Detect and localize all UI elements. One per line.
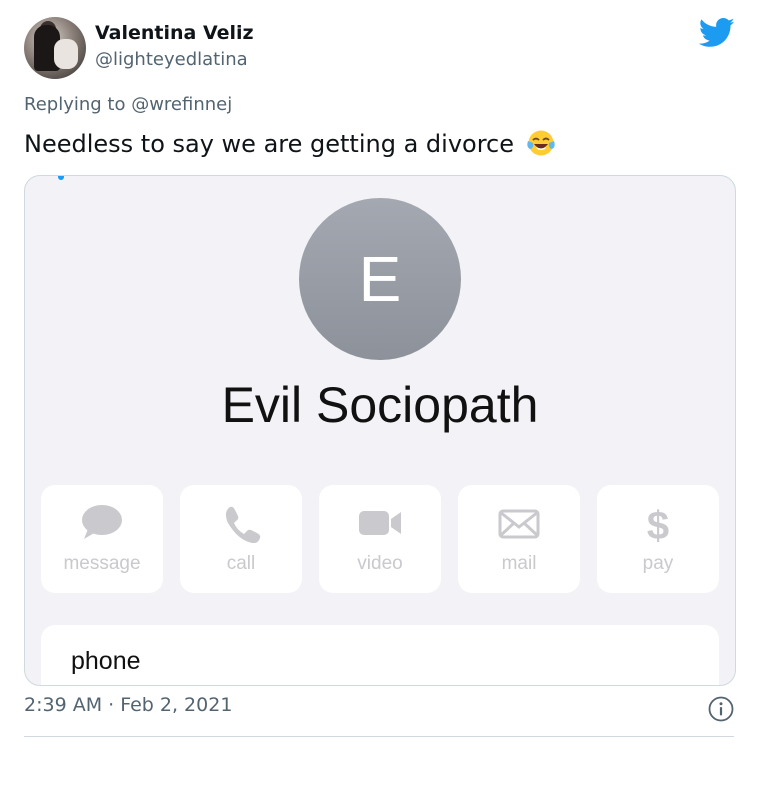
reply-prefix: Replying to xyxy=(24,94,132,115)
tweet-timestamp[interactable]: 2:39 AM · Feb 2, 2021 xyxy=(24,694,232,716)
author-name[interactable]: Valentina Veliz xyxy=(95,22,254,44)
divider xyxy=(24,736,734,737)
avatar-detail xyxy=(54,39,78,69)
contact-initial: E xyxy=(358,243,402,315)
message-bubble-icon xyxy=(41,503,163,543)
action-message: message xyxy=(41,485,163,593)
screenshot-edge-mark xyxy=(58,176,64,180)
contact-avatar: E xyxy=(299,198,461,360)
action-pay: $ pay xyxy=(597,485,719,593)
action-label: call xyxy=(226,553,256,574)
action-label: video xyxy=(357,553,403,574)
envelope-icon xyxy=(458,503,580,543)
phone-row: phone xyxy=(41,625,719,685)
contact-name: Evil Sociopath xyxy=(221,377,539,433)
action-label: pay xyxy=(642,553,674,574)
author-avatar[interactable] xyxy=(24,17,86,79)
twitter-bird-icon[interactable] xyxy=(699,18,735,48)
reply-context: Replying to @wrefinnej xyxy=(24,94,232,115)
tweet-card: Valentina Veliz @lighteyedlatina Replyin… xyxy=(0,0,758,794)
tweet-media-image[interactable]: E Evil Sociopath message call video mail… xyxy=(24,175,736,686)
action-video: video xyxy=(319,485,441,593)
info-icon[interactable] xyxy=(708,696,734,722)
tears-of-joy-emoji-icon xyxy=(526,130,555,156)
author-handle[interactable]: @lighteyedlatina xyxy=(95,49,248,70)
action-label: message xyxy=(63,553,141,574)
reply-mention-link[interactable]: @wrefinnej xyxy=(131,94,232,115)
phone-label: phone xyxy=(71,647,141,675)
tweet-text-body: Needless to say we are getting a divorce xyxy=(24,130,515,158)
contact-actions: message call video mail $ pay xyxy=(41,485,721,595)
svg-text:$: $ xyxy=(647,504,669,547)
phone-icon xyxy=(180,503,302,544)
action-mail: mail xyxy=(458,485,580,593)
dollar-icon: $ xyxy=(597,503,719,548)
video-camera-icon xyxy=(319,503,441,543)
tweet-text: Needless to say we are getting a divorce xyxy=(24,128,556,158)
action-label: mail xyxy=(501,553,537,574)
action-call: call xyxy=(180,485,302,593)
